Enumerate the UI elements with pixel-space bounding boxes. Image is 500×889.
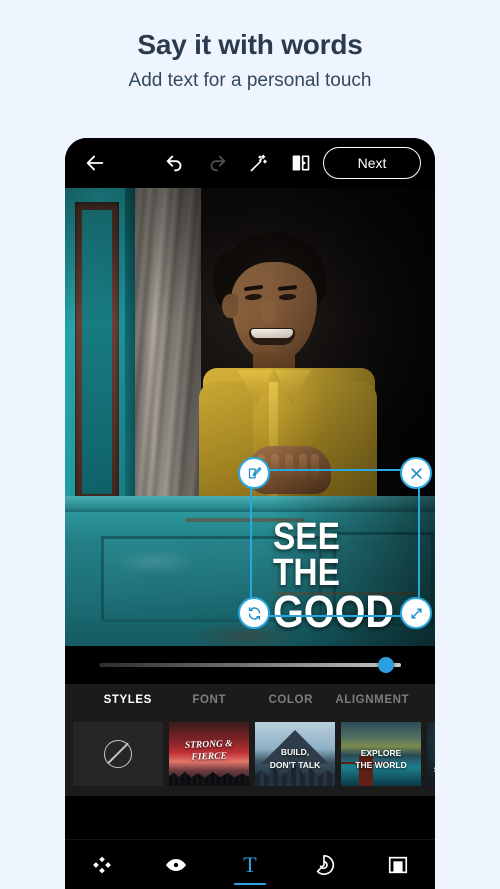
style-thumbnail-label: MAKE IT SIM SIGNIFIC <box>427 744 435 776</box>
promo-header: Say it with words Add text for a persona… <box>0 0 500 92</box>
editor-canvas[interactable]: SEE THE GOOD <box>65 188 435 646</box>
no-style-icon <box>104 740 132 768</box>
edit-text-handle-icon[interactable] <box>238 457 270 489</box>
tab-alignment[interactable]: ALIGNMENT <box>332 694 414 706</box>
text-t-icon: T <box>243 851 257 877</box>
nav-text-icon[interactable]: T <box>224 840 276 889</box>
style-thumbnail-strong-fierce[interactable]: STRONG & FIERCE <box>169 722 249 786</box>
style-thumbnail-label: EXPLORE <box>360 748 402 758</box>
style-thumbnail-label: THE WORLD <box>355 760 407 770</box>
magic-wand-icon[interactable] <box>243 146 275 180</box>
text-selection-box[interactable] <box>238 457 432 629</box>
editor-toolbar: Next <box>65 138 435 188</box>
undo-icon[interactable] <box>159 146 191 180</box>
style-thumbnail-explore-the-world[interactable]: EXPLORE THE WORLD <box>341 722 421 786</box>
tab-color[interactable]: COLOR <box>250 694 332 706</box>
nav-heal-patch-icon[interactable] <box>76 840 128 889</box>
tab-font[interactable]: FONT <box>169 694 251 706</box>
back-arrow-icon[interactable] <box>79 146 111 180</box>
nav-sticker-decal-icon[interactable] <box>298 840 350 889</box>
style-thumbnail-label: STRONG & FIERCE <box>184 739 233 763</box>
style-thumbnail-label: BUILD, <box>280 747 310 757</box>
page-subtitle: Add text for a personal touch <box>128 69 372 91</box>
opacity-slider-track[interactable] <box>99 657 401 673</box>
page-title: Say it with words <box>137 29 363 60</box>
bottom-navigation: T <box>65 839 435 889</box>
style-thumbnail-make-it-simple[interactable]: MAKE IT SIM SIGNIFIC <box>427 722 435 786</box>
styles-panel: STYLES FONT COLOR ALIGNMENT STRONG & FIE… <box>65 684 435 796</box>
compare-split-icon[interactable] <box>285 146 317 180</box>
rotate-text-handle-icon[interactable] <box>238 597 270 629</box>
phone-mockup: Next SEE THE GOOD STYLES FONT COLOR ALIG… <box>65 138 435 889</box>
style-thumbnail-none[interactable] <box>73 722 163 786</box>
nav-frame-icon[interactable] <box>372 840 424 889</box>
opacity-slider-knob[interactable] <box>377 657 394 673</box>
styles-tabs: STYLES FONT COLOR ALIGNMENT <box>65 684 435 716</box>
delete-text-handle-icon[interactable] <box>400 457 432 489</box>
redo-icon[interactable] <box>201 146 233 180</box>
style-thumbnail-build-dont-talk[interactable]: BUILD, DON'T TALK <box>255 722 335 786</box>
nav-eye-icon[interactable] <box>150 840 202 889</box>
tab-styles[interactable]: STYLES <box>87 694 169 706</box>
style-thumbnail-list[interactable]: STRONG & FIERCE BUILD, DON'T TALK EXPLOR… <box>65 716 435 796</box>
opacity-slider-row[interactable] <box>65 646 435 684</box>
style-thumbnail-label: DON'T TALK <box>269 760 321 770</box>
next-button[interactable]: Next <box>323 147 422 179</box>
resize-text-handle-icon[interactable] <box>400 597 432 629</box>
